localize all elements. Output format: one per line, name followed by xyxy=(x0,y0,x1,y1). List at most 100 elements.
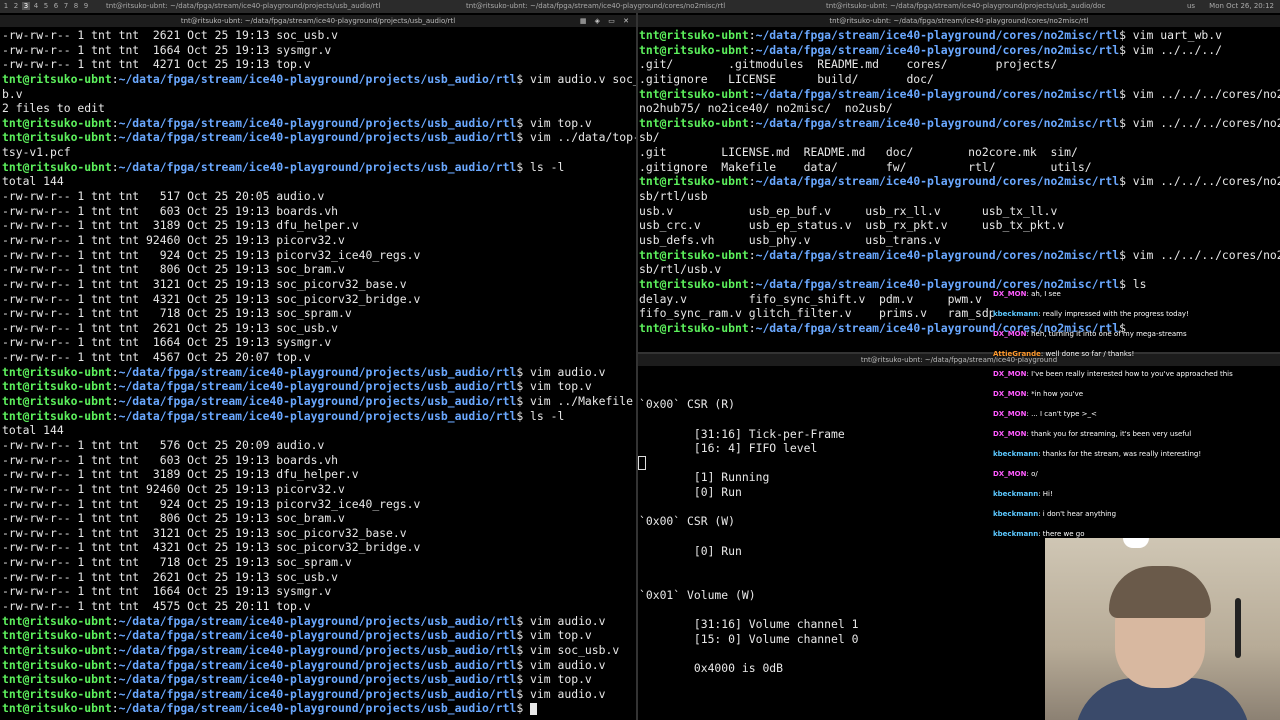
chat-text: thank you for streaming, it's been very … xyxy=(1031,430,1192,438)
prompt-line: tnt@ritsuko-ubnt:~/data/fpga/stream/ice4… xyxy=(2,672,636,687)
command-text: $ vim top.v xyxy=(516,115,592,130)
chat-message: DX_MON: o/ xyxy=(993,470,1038,478)
stream-chat-overlay: DX_MON: ah, I see kbeckmann: really impre… xyxy=(985,284,1280,538)
prompt-separator: : xyxy=(111,71,119,86)
prompt-separator: : xyxy=(748,320,756,335)
command-text: $ vim ../../../cores/no2u xyxy=(1119,174,1280,189)
chat-message: kbeckmann: really impressed with the pro… xyxy=(993,310,1189,318)
output-line: -rw-rw-r-- 1 tnt tnt 3189 Oct 25 19:13 d… xyxy=(2,467,359,482)
prompt-user: tnt@ritsuko-ubnt xyxy=(639,115,749,130)
prompt-user: tnt@ritsuko-ubnt xyxy=(2,686,112,701)
output-line: -rw-rw-r-- 1 tnt tnt 1664 Oct 25 19:13 s… xyxy=(2,42,332,57)
left-terminal[interactable]: -rw-rw-r-- 1 tnt tnt 2621 Oct 25 19:13 s… xyxy=(2,28,636,720)
prompt-separator: : xyxy=(111,628,119,643)
command-text: $ vim audio.v xyxy=(516,657,606,672)
prompt-line: tnt@ritsuko-ubnt:~/data/fpga/stream/ice4… xyxy=(2,614,636,629)
chat-nick: DX_MON xyxy=(993,470,1027,478)
chat-nick: DX_MON xyxy=(993,430,1027,438)
prompt-path: ~/data/fpga/stream/ice40-playground/core… xyxy=(755,115,1120,130)
vertical-split-divider[interactable] xyxy=(636,13,638,720)
prompt-line: tnt@ritsuko-ubnt:~/data/fpga/stream/ice4… xyxy=(2,379,636,394)
workspace-4[interactable]: 4 xyxy=(32,2,40,10)
taskbar-title-right[interactable]: tnt@ritsuko-ubnt: ~/data/fpga/stream/ice… xyxy=(826,2,1105,10)
prompt-user: tnt@ritsuko-ubnt xyxy=(2,159,112,174)
prompt-line: tnt@ritsuko-ubnt:~/data/fpga/stream/ice4… xyxy=(2,409,636,424)
output-line: sb/rtl/usb.v xyxy=(639,262,722,277)
workspace-7[interactable]: 7 xyxy=(62,2,70,10)
command-text: $ vim ../data/top-bi xyxy=(516,130,636,145)
chat-text: *in how you've xyxy=(1031,390,1084,398)
output-line: .git/ .gitmodules README.md cores/ proje… xyxy=(639,57,1058,72)
prompt-user: tnt@ritsuko-ubnt xyxy=(2,628,112,643)
output-line: -rw-rw-r-- 1 tnt tnt 924 Oct 25 19:13 pi… xyxy=(2,247,421,262)
output-line: sb/ xyxy=(639,130,660,145)
output-line: -rw-rw-r-- 1 tnt tnt 92460 Oct 25 19:13 … xyxy=(2,232,345,247)
prompt-separator: : xyxy=(111,130,119,145)
output-line: -rw-rw-r-- 1 tnt tnt 1664 Oct 25 19:13 s… xyxy=(2,335,332,350)
output-line: total 144 xyxy=(2,423,64,438)
right-top-window-titlebar[interactable]: tnt@ritsuko-ubnt: ~/data/fpga/stream/ice… xyxy=(638,15,1280,27)
chat-nick: DX_MON xyxy=(993,390,1027,398)
command-text: $ vim ../Makefile xyxy=(516,394,633,409)
output-line: -rw-rw-r-- 1 tnt tnt 1664 Oct 25 19:13 s… xyxy=(2,584,332,599)
output-line: -rw-rw-r-- 1 tnt tnt 517 Oct 25 20:05 au… xyxy=(2,189,325,204)
workspace-5[interactable]: 5 xyxy=(42,2,50,10)
window-controls[interactable]: ▦ ◈ ▭ ✕ xyxy=(580,15,632,27)
prompt-user: tnt@ritsuko-ubnt xyxy=(2,379,112,394)
chat-nick: kbeckmann xyxy=(993,450,1039,458)
output-line: -rw-rw-r-- 1 tnt tnt 603 Oct 25 19:13 bo… xyxy=(2,452,339,467)
prompt-user: tnt@ritsuko-ubnt xyxy=(639,28,749,42)
workspace-9[interactable]: 9 xyxy=(82,2,90,10)
prompt-line: tnt@ritsuko-ubnt:~/data/fpga/stream/ice4… xyxy=(639,116,1280,131)
output-line: .gitignore Makefile data/ fw/ rtl/ utils… xyxy=(639,159,1092,174)
prompt-user: tnt@ritsuko-ubnt xyxy=(639,320,749,335)
workspace-2[interactable]: 2 xyxy=(12,2,20,10)
command-text: $ vim ../../../ xyxy=(1119,42,1222,57)
prompt-separator: : xyxy=(111,642,119,657)
chat-text: o/ xyxy=(1031,470,1038,478)
command-text: $ vim ../../../cores/no2 xyxy=(1119,86,1280,101)
left-window-titlebar[interactable]: tnt@ritsuko-ubnt: ~/data/fpga/stream/ice… xyxy=(0,15,636,27)
prompt-separator: : xyxy=(111,672,119,687)
prompt-separator: : xyxy=(111,686,119,701)
workspace-switcher[interactable]: 123456789 xyxy=(2,2,90,10)
workspace-1[interactable]: 1 xyxy=(2,2,10,10)
prompt-user: tnt@ritsuko-ubnt xyxy=(2,642,112,657)
output-line: -rw-rw-r-- 1 tnt tnt 4575 Oct 25 20:11 t… xyxy=(2,598,311,613)
vim-cursor xyxy=(638,456,646,470)
taskbar-title-mid[interactable]: tnt@ritsuko-ubnt: ~/data/fpga/stream/ice… xyxy=(466,2,725,10)
prompt-path: ~/data/fpga/stream/ice40-playground/proj… xyxy=(118,159,517,174)
prompt-separator: : xyxy=(111,115,119,130)
command-text: $ ls -l xyxy=(516,159,565,174)
chat-message: DX_MON: thank you for streaming, it's be… xyxy=(993,430,1191,438)
chat-text: really impressed with the progress today… xyxy=(1042,310,1189,318)
chat-text: well done so far / thanks! xyxy=(1045,350,1135,358)
output-line: usb.v usb_ep_buf.v usb_rx_ll.v usb_tx_ll… xyxy=(639,203,1058,218)
output-line: sb/rtl/usb xyxy=(639,189,708,204)
prompt-user: tnt@ritsuko-ubnt xyxy=(2,657,112,672)
command-text: $ ls -l xyxy=(516,408,565,423)
chat-message: DX_MON: *in how you've xyxy=(993,390,1083,398)
prompt-separator: : xyxy=(111,408,119,423)
chat-message: kbeckmann: Hi! xyxy=(993,490,1053,498)
workspace-8[interactable]: 8 xyxy=(72,2,80,10)
prompt-separator: : xyxy=(111,701,119,716)
chat-message: DX_MON: I've been really interested how … xyxy=(993,370,1233,378)
output-line: -rw-rw-r-- 1 tnt tnt 718 Oct 25 19:13 so… xyxy=(2,555,352,570)
command-text: $ xyxy=(516,701,531,716)
webcam-overlay xyxy=(1045,538,1280,720)
prompt-separator: : xyxy=(111,379,119,394)
prompt-line: tnt@ritsuko-ubnt:~/data/fpga/stream/ice4… xyxy=(2,365,636,380)
taskbar-title-left[interactable]: tnt@ritsuko-ubnt: ~/data/fpga/stream/ice… xyxy=(106,2,380,10)
prompt-path: ~/data/fpga/stream/ice40-playground/proj… xyxy=(118,379,517,394)
right-top-window-title: tnt@ritsuko-ubnt: ~/data/fpga/stream/ice… xyxy=(829,17,1089,25)
prompt-separator: : xyxy=(748,174,756,189)
prompt-path: ~/data/fpga/stream/ice40-playground/proj… xyxy=(118,71,517,86)
command-text: $ vim ../../../cores/no2u xyxy=(1119,247,1280,262)
output-line: tsy-v1.pcf xyxy=(2,145,71,160)
workspace-3[interactable]: 3 xyxy=(22,2,30,10)
workspace-6[interactable]: 6 xyxy=(52,2,60,10)
prompt-path: ~/data/fpga/stream/ice40-playground/core… xyxy=(755,28,1120,42)
prompt-separator: : xyxy=(111,159,119,174)
prompt-separator: : xyxy=(748,28,756,42)
